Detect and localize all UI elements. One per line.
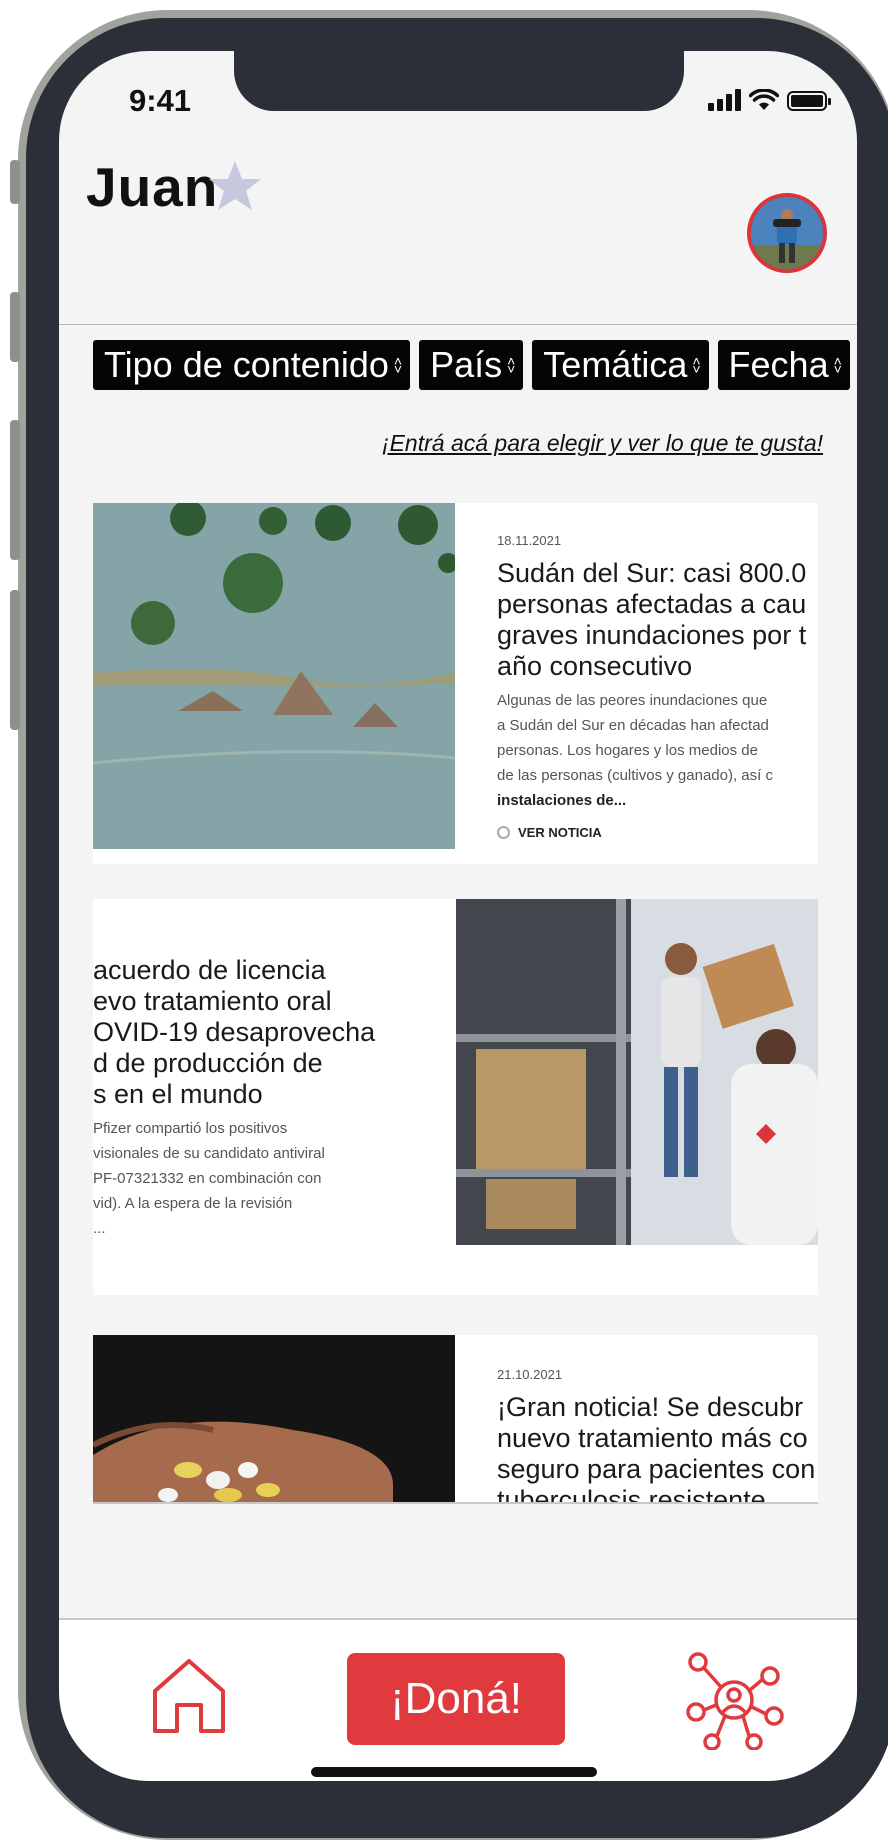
- article-excerpt: Pfizer compartió los positivos visionale…: [93, 1120, 325, 1237]
- donate-button[interactable]: ¡Doná!: [347, 1653, 565, 1745]
- home-indicator: [311, 1767, 597, 1777]
- header-divider: [59, 324, 857, 325]
- article-headline: ¡Gran noticia! Se descubr nuevo tratamie…: [497, 1392, 816, 1504]
- status-time: 9:41: [129, 83, 192, 118]
- warehouse-image: [456, 899, 818, 1245]
- star-icon[interactable]: [207, 159, 263, 213]
- news-card[interactable]: 18.11.2021 Sudán del Sur: casi 800.0 per…: [93, 503, 818, 864]
- filter-country[interactable]: País ˄ ˅: [419, 340, 524, 390]
- mute-switch: [10, 160, 20, 204]
- signal-icon: [708, 89, 741, 111]
- wifi-icon: [749, 89, 779, 110]
- article-date: 21.10.2021: [497, 1367, 563, 1382]
- filter-label: Temática: [543, 344, 688, 385]
- notch: [234, 51, 684, 111]
- battery-icon: [787, 91, 831, 111]
- article-excerpt: Algunas de las peores inundaciones que a…: [497, 692, 773, 809]
- article-text: acuerdo de licencia evo tratamiento oral…: [93, 955, 375, 1241]
- pills-image: [93, 1335, 455, 1502]
- flood-image: [93, 503, 455, 849]
- news-card[interactable]: acuerdo de licencia evo tratamiento oral…: [93, 899, 818, 1295]
- filter-topic[interactable]: Temática ˄ ˅: [532, 340, 709, 390]
- preferences-link[interactable]: ¡Entrá acá para elegir y ver lo que te g…: [382, 430, 823, 457]
- app-screen: 9:41 Juan Tipo de contenido ˄ ˅ País ˄ ˅…: [59, 51, 857, 1781]
- user-name: Juan: [86, 156, 219, 218]
- sort-icon: ˄ ˅: [507, 353, 516, 377]
- article-headline: Sudán del Sur: casi 800.0 personas afect…: [497, 558, 807, 681]
- article-headline: acuerdo de licencia evo tratamiento oral…: [93, 955, 376, 1109]
- home-icon[interactable]: [149, 1655, 229, 1737]
- article-text: 18.11.2021 Sudán del Sur: casi 800.0 per…: [497, 533, 806, 840]
- read-more-link[interactable]: VER NOTICIA: [497, 825, 806, 840]
- sort-icon: ˄ ˅: [393, 353, 403, 377]
- status-icons: [708, 89, 831, 111]
- filter-bar: Tipo de contenido ˄ ˅ País ˄ ˅ Temática ˄ ˅…: [93, 340, 850, 390]
- article-date: 18.11.2021: [497, 533, 562, 548]
- volume-up-button: [10, 292, 20, 362]
- article-text: 21.10.2021 ¡Gran noticia! Se descubr nue…: [497, 1367, 816, 1504]
- news-card[interactable]: 21.10.2021 ¡Gran noticia! Se descubr nue…: [93, 1335, 818, 1504]
- avatar[interactable]: [747, 193, 827, 273]
- sort-icon: ˄ ˅: [833, 353, 842, 377]
- community-network-icon[interactable]: [684, 1650, 784, 1750]
- filter-date[interactable]: Fecha ˄ ˅: [717, 340, 850, 390]
- filter-label: País: [430, 344, 503, 385]
- filter-label: Tipo de contenido: [104, 344, 389, 385]
- sort-icon: ˄ ˅: [692, 353, 701, 377]
- bottom-tab-bar: ¡Doná!: [59, 1618, 857, 1781]
- side-button: [10, 590, 20, 730]
- circle-icon: [497, 826, 510, 839]
- filter-content-type[interactable]: Tipo de contenido ˄ ˅: [93, 340, 411, 390]
- volume-down-button: [10, 420, 20, 560]
- filter-label: Fecha: [728, 344, 829, 385]
